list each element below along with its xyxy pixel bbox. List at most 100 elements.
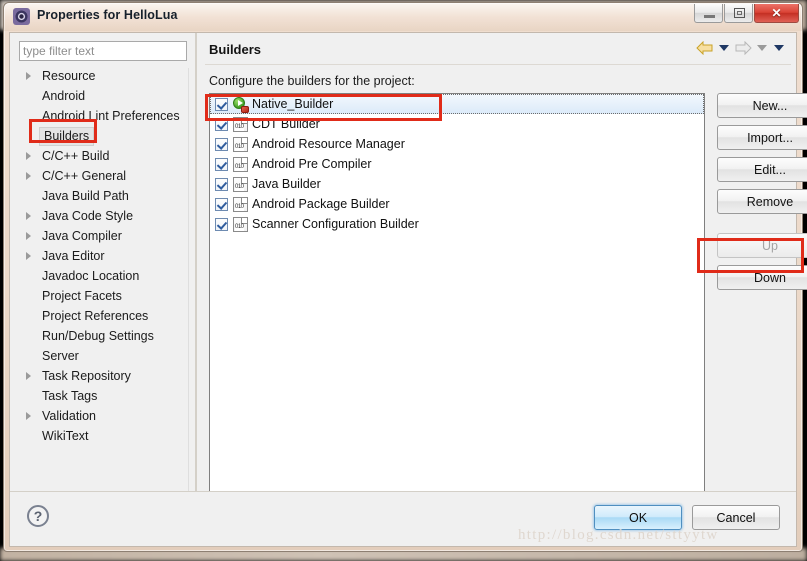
dialog-client-area: Resource Android Android Lint Preferences B… bbox=[9, 32, 807, 547]
sidebar-item-java-editor[interactable]: Java Editor bbox=[18, 246, 188, 266]
settings-tree[interactable]: Resource Android Android Lint Preferences B… bbox=[18, 66, 188, 501]
builder-checkbox[interactable] bbox=[215, 137, 228, 151]
builder-label: Native_Builder bbox=[252, 97, 334, 111]
sidebar-item-label: Java Editor bbox=[42, 249, 105, 263]
expand-arrow-icon[interactable] bbox=[26, 232, 31, 240]
builder-checkbox[interactable] bbox=[215, 177, 228, 191]
eclipse-gear-icon bbox=[13, 8, 30, 25]
builder-checkbox[interactable] bbox=[215, 217, 228, 231]
sidebar-item-label: Resource bbox=[42, 69, 96, 83]
sidebar-item-java-code-style[interactable]: Java Code Style bbox=[18, 206, 188, 226]
builder-label: Scanner Configuration Builder bbox=[252, 217, 419, 231]
close-icon: ✕ bbox=[771, 6, 782, 20]
sidebar-item-validation[interactable]: Validation bbox=[18, 406, 188, 426]
remove-button[interactable]: Remove bbox=[717, 189, 807, 214]
sidebar-item-c-c-general[interactable]: C/C++ General bbox=[18, 166, 188, 186]
expand-arrow-icon[interactable] bbox=[26, 372, 31, 380]
back-dropdown-icon[interactable] bbox=[719, 45, 729, 51]
sidebar-item-label: Android bbox=[42, 89, 86, 103]
builder-doc-icon: 010 bbox=[233, 176, 248, 192]
title-divider bbox=[205, 64, 791, 65]
builder-checkbox[interactable] bbox=[215, 197, 228, 211]
sidebar-item-task-repository[interactable]: Task Repository bbox=[18, 366, 188, 386]
expand-arrow-icon[interactable] bbox=[26, 412, 31, 420]
sidebar-item-run-debug-settings[interactable]: Run/Debug Settings bbox=[18, 326, 188, 346]
builder-checkbox[interactable] bbox=[215, 97, 228, 111]
expand-arrow-icon[interactable] bbox=[26, 72, 31, 80]
filter-input[interactable] bbox=[19, 41, 187, 61]
sidebar-item-server[interactable]: Server bbox=[18, 346, 188, 366]
builder-label: Android Package Builder bbox=[252, 197, 390, 211]
sidebar-item-label: Javadoc Location bbox=[42, 269, 140, 283]
sidebar-item-label: Builders bbox=[39, 127, 95, 146]
builder-row[interactable]: 010 Scanner Configuration Builder bbox=[210, 214, 704, 234]
builder-label: Android Pre Compiler bbox=[252, 157, 372, 171]
sidebar-item-label: Java Build Path bbox=[42, 189, 129, 203]
expand-arrow-icon[interactable] bbox=[26, 172, 31, 180]
builder-label: Java Builder bbox=[252, 177, 321, 191]
builder-doc-icon: 010 bbox=[233, 156, 248, 172]
sidebar-item-wikitext[interactable]: WikiText bbox=[18, 426, 188, 446]
sidebar-item-c-c-build[interactable]: C/C++ Build bbox=[18, 146, 188, 166]
builders-action-buttons: New... Import... Edit... Remove Up Down bbox=[717, 93, 807, 297]
sidebar-item-android-lint-preferences[interactable]: Android Lint Preferences bbox=[18, 106, 188, 126]
import-button[interactable]: Import... bbox=[717, 125, 807, 150]
sidebar-item-android[interactable]: Android bbox=[18, 86, 188, 106]
new-button[interactable]: New... bbox=[717, 93, 807, 118]
sidebar-item-javadoc-location[interactable]: Javadoc Location bbox=[18, 266, 188, 286]
sidebar-item-label: Project Facets bbox=[42, 289, 122, 303]
forward-dropdown-icon[interactable] bbox=[757, 45, 767, 51]
sidebar-item-project-references[interactable]: Project References bbox=[18, 306, 188, 326]
builder-label: CDT Builder bbox=[252, 117, 320, 131]
section-label: Configure the builders for the project: bbox=[209, 74, 415, 88]
sidebar-item-label: Task Tags bbox=[42, 389, 98, 403]
builder-row[interactable]: 010 Java Builder bbox=[210, 174, 704, 194]
builder-checkbox[interactable] bbox=[215, 117, 228, 131]
up-button: Up bbox=[717, 233, 807, 258]
close-button[interactable]: ✕ bbox=[754, 4, 799, 23]
view-menu-icon[interactable] bbox=[774, 45, 784, 51]
forward-arrow-icon bbox=[735, 41, 752, 55]
sidebar-item-builders[interactable]: Builders bbox=[18, 126, 188, 146]
builder-row[interactable]: 010 Android Resource Manager bbox=[210, 134, 704, 154]
expand-arrow-icon[interactable] bbox=[26, 252, 31, 260]
expand-arrow-icon[interactable] bbox=[26, 212, 31, 220]
sidebar-item-label: Java Compiler bbox=[42, 229, 122, 243]
screenshot-root: Properties for HelloLua ✕ Resource Androi… bbox=[0, 0, 807, 561]
sidebar-item-java-compiler[interactable]: Java Compiler bbox=[18, 226, 188, 246]
sidebar-item-label: Task Repository bbox=[42, 369, 131, 383]
builders-list[interactable]: Native_Builder 010 CDT Builder 010 Android R… bbox=[209, 93, 705, 530]
sidebar-item-java-build-path[interactable]: Java Build Path bbox=[18, 186, 188, 206]
down-button[interactable]: Down bbox=[717, 265, 807, 290]
builder-doc-icon: 010 bbox=[233, 216, 248, 232]
expand-arrow-icon[interactable] bbox=[26, 152, 31, 160]
builder-doc-icon: 010 bbox=[233, 116, 248, 132]
window-title: Properties for HelloLua bbox=[37, 8, 178, 22]
builder-label: Android Resource Manager bbox=[252, 137, 405, 151]
sidebar-item-label: C/C++ Build bbox=[42, 149, 110, 163]
sidebar-item-label: C/C++ General bbox=[42, 169, 127, 183]
builder-row[interactable]: 010 Android Pre Compiler bbox=[210, 154, 704, 174]
tree-vertical-scrollbar[interactable] bbox=[188, 68, 189, 508]
sidebar-item-label: Project References bbox=[42, 309, 149, 323]
sidebar-item-task-tags[interactable]: Task Tags bbox=[18, 386, 188, 406]
builder-row[interactable]: 010 Android Package Builder bbox=[210, 194, 704, 214]
sidebar-item-label: Run/Debug Settings bbox=[42, 329, 154, 343]
page-navigation bbox=[696, 41, 786, 55]
maximize-icon bbox=[734, 8, 745, 18]
sidebar-item-resource[interactable]: Resource bbox=[18, 66, 188, 86]
sidebar-item-project-facets[interactable]: Project Facets bbox=[18, 286, 188, 306]
builder-checkbox[interactable] bbox=[215, 157, 228, 171]
window-controls: ✕ bbox=[693, 4, 799, 23]
title-bar: Properties for HelloLua ✕ bbox=[4, 3, 802, 31]
sidebar-item-label: Validation bbox=[42, 409, 96, 423]
help-question-icon[interactable]: ? bbox=[27, 505, 49, 527]
builder-row[interactable]: 010 CDT Builder bbox=[210, 114, 704, 134]
back-arrow-icon[interactable] bbox=[696, 41, 714, 55]
edit-button[interactable]: Edit... bbox=[717, 157, 807, 182]
minimize-button[interactable] bbox=[694, 4, 723, 23]
sidebar-item-label: Server bbox=[42, 349, 79, 363]
builder-row[interactable]: Native_Builder bbox=[210, 94, 704, 114]
settings-tree-pane: Resource Android Android Lint Preferences B… bbox=[10, 33, 196, 508]
maximize-button[interactable] bbox=[724, 4, 753, 23]
